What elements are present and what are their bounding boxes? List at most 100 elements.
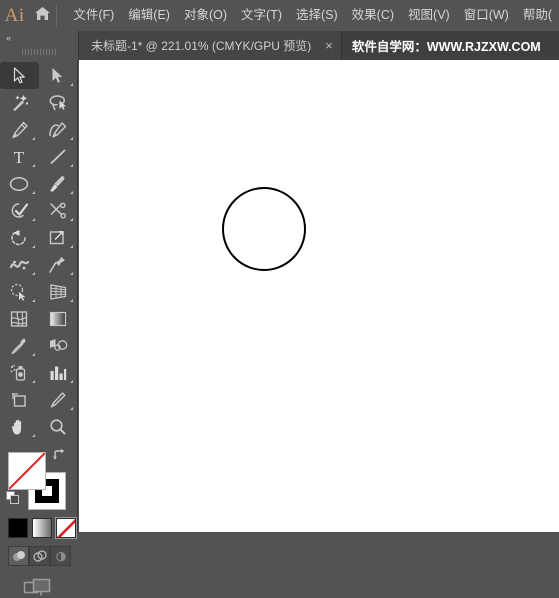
circle-shape[interactable] (222, 187, 306, 271)
menu-item-edit[interactable]: 编辑(E) (121, 0, 177, 31)
tool-flyout-indicator[interactable] (32, 137, 35, 140)
color-mode-swatch[interactable] (8, 518, 28, 538)
tool-row (0, 89, 77, 116)
width-tool[interactable] (0, 251, 39, 278)
paintbrush-tool[interactable] (39, 170, 78, 197)
draw-mode-row (0, 546, 77, 566)
tool-flyout-indicator[interactable] (70, 272, 73, 275)
tool-flyout-indicator[interactable] (70, 218, 73, 221)
document-tab-bar: « 未标题-1* @ 221.01% (CMYK/GPU 预览) × 软件自学网… (0, 31, 559, 60)
tool-flyout-indicator[interactable] (70, 137, 73, 140)
gradient-mode-swatch[interactable] (32, 518, 52, 538)
shape-builder-tool[interactable] (0, 278, 39, 305)
tool-flyout-indicator[interactable] (32, 218, 35, 221)
tool-row (0, 62, 77, 89)
tool-row (0, 386, 77, 413)
menu-item-view[interactable]: 视图(V) (401, 0, 457, 31)
magic-wand-tool[interactable] (0, 89, 39, 116)
menu-item-type[interactable]: 文字(T) (234, 0, 289, 31)
menu-item-select[interactable]: 选择(S) (289, 0, 345, 31)
close-icon[interactable]: × (325, 39, 333, 52)
none-mode-swatch[interactable] (56, 518, 76, 538)
menu-item-file[interactable]: 文件(F) (66, 0, 121, 31)
tool-flyout-indicator[interactable] (32, 164, 35, 167)
menu-item-window[interactable]: 窗口(W) (457, 0, 516, 31)
tool-row (0, 332, 77, 359)
symbol-sprayer-tool[interactable] (0, 359, 39, 386)
hand-tool[interactable] (0, 413, 39, 440)
fill-stroke-controls (0, 446, 78, 518)
tool-flyout-indicator[interactable] (32, 380, 35, 383)
mesh-tool[interactable] (0, 305, 39, 332)
line-segment-tool[interactable] (39, 143, 78, 170)
tool-row (0, 251, 77, 278)
tool-flyout-indicator[interactable] (32, 272, 35, 275)
tool-row (0, 359, 77, 386)
tool-grid: T (0, 60, 77, 440)
rotate-tool[interactable] (0, 224, 39, 251)
draw-inside-mode[interactable] (50, 546, 71, 566)
selection-tool[interactable] (0, 62, 39, 89)
tool-flyout-indicator[interactable] (70, 164, 73, 167)
collapse-panel-icon[interactable]: « (6, 33, 10, 43)
tool-row (0, 197, 77, 224)
menu-item-object[interactable]: 对象(O) (177, 0, 234, 31)
tool-flyout-indicator[interactable] (70, 191, 73, 194)
zoom-tool[interactable] (39, 413, 78, 440)
ellipse-tool[interactable] (0, 170, 39, 197)
perspective-grid-tool[interactable] (39, 278, 78, 305)
lasso-tool[interactable] (39, 89, 78, 116)
tool-flyout-indicator[interactable] (70, 245, 73, 248)
tool-row (0, 170, 77, 197)
tool-flyout-indicator[interactable] (32, 299, 35, 302)
menu-item-help[interactable]: 帮助( (516, 0, 559, 31)
tool-flyout-indicator[interactable] (32, 353, 35, 356)
swap-fill-stroke-icon[interactable] (52, 448, 66, 462)
eyedropper-tool[interactable] (0, 332, 39, 359)
tool-flyout-indicator[interactable] (70, 83, 73, 86)
toolbar-drag-handle[interactable] (22, 49, 56, 55)
home-button[interactable] (29, 0, 55, 31)
direct-selection-tool[interactable] (39, 62, 78, 89)
toolbar-header: « (0, 31, 79, 60)
shaper-tool[interactable] (0, 197, 39, 224)
tool-flyout-indicator[interactable] (32, 434, 35, 437)
tool-flyout-indicator[interactable] (32, 245, 35, 248)
pen-tool[interactable] (0, 116, 39, 143)
draw-behind-mode[interactable] (29, 546, 50, 566)
artboard-tool[interactable] (0, 386, 39, 413)
tool-flyout-indicator[interactable] (70, 299, 73, 302)
menu-divider (56, 5, 57, 27)
canvas-artboard[interactable] (79, 60, 559, 532)
color-mode-row (0, 518, 77, 538)
home-icon (34, 6, 51, 26)
free-transform-tool[interactable] (39, 251, 78, 278)
fill-swatch[interactable] (8, 452, 46, 490)
tool-row (0, 413, 77, 440)
scale-tool[interactable] (39, 224, 78, 251)
scissors-tool[interactable] (39, 197, 78, 224)
default-fill-stroke-icon[interactable] (6, 491, 20, 505)
document-tab-title: 未标题-1* @ 221.01% (CMYK/GPU 预览) (91, 37, 311, 54)
document-tab[interactable]: 未标题-1* @ 221.01% (CMYK/GPU 预览) × (79, 31, 342, 60)
illustrator-window: Ai 文件(F) 编辑(E) 对象(O) 文字(T) 选择(S) 效果(C) 视… (0, 0, 559, 532)
change-screen-mode-button[interactable] (0, 576, 77, 598)
curvature-tool[interactable] (39, 116, 78, 143)
gradient-tool[interactable] (39, 305, 78, 332)
fill-none-indicator (9, 453, 45, 489)
watermark-text: 软件自学网：WWW.RJZXW.COM (342, 31, 541, 60)
app-logo: Ai (0, 0, 29, 31)
menu-bar: Ai 文件(F) 编辑(E) 对象(O) 文字(T) 选择(S) 效果(C) 视… (0, 0, 559, 31)
tool-flyout-indicator[interactable] (70, 407, 73, 410)
draw-normal-mode[interactable] (8, 546, 29, 566)
screen-mode-icon (22, 576, 56, 598)
tool-flyout-indicator[interactable] (70, 380, 73, 383)
blend-tool[interactable] (39, 332, 78, 359)
type-tool[interactable]: T (0, 143, 39, 170)
tool-row (0, 305, 77, 332)
slice-tool[interactable] (39, 386, 78, 413)
menu-item-effect[interactable]: 效果(C) (345, 0, 401, 31)
tool-row: T (0, 143, 77, 170)
tool-flyout-indicator[interactable] (32, 191, 35, 194)
column-graph-tool[interactable] (39, 359, 78, 386)
